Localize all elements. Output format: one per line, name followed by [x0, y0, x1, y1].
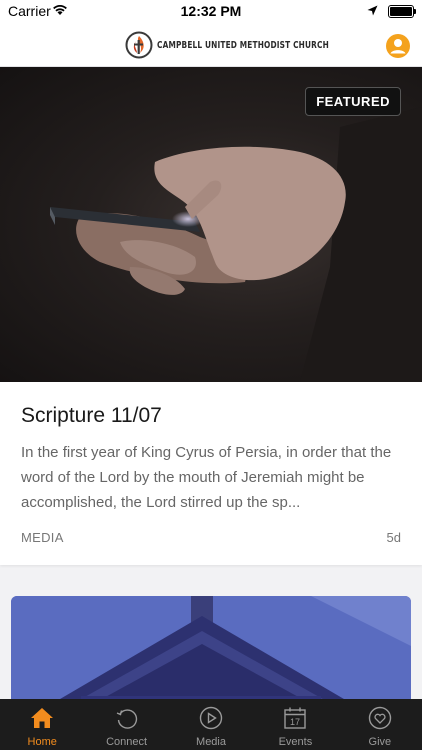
featured-card[interactable]: FEATURED Scripture 11/07 In the first ye…	[0, 67, 422, 565]
tab-home[interactable]: Home	[0, 699, 84, 750]
church-building-card[interactable]	[11, 596, 411, 699]
tab-events-label: Events	[278, 736, 313, 748]
status-bar: Carrier 12:32 PM	[0, 0, 422, 22]
church-logo[interactable]: CAMPBELL UNITED METHODIST CHURCH	[125, 31, 367, 59]
app-header: CAMPBELL UNITED METHODIST CHURCH	[0, 22, 422, 67]
flame-cross-icon	[125, 31, 153, 59]
card-age: 5d	[386, 530, 401, 545]
card-title[interactable]: Scripture 11/07	[21, 404, 162, 428]
tab-connect-label: Connect	[106, 736, 148, 748]
tab-give[interactable]: Give	[338, 699, 422, 750]
battery-icon	[388, 5, 416, 18]
calendar-day: 17	[290, 717, 300, 727]
church-building-image	[11, 596, 411, 699]
play-icon	[199, 706, 223, 730]
heart-icon	[368, 706, 392, 730]
card-excerpt: In the first year of King Cyrus of Persi…	[21, 444, 392, 511]
featured-badge: FEATURED	[305, 87, 401, 116]
tab-media-label: Media	[196, 736, 226, 748]
card-category: MEDIA	[21, 530, 64, 545]
hero-image: FEATURED	[0, 67, 422, 382]
card-body: Scripture 11/07 In the first year of Kin…	[0, 382, 422, 565]
location-icon	[367, 3, 378, 19]
profile-button[interactable]	[386, 34, 410, 58]
home-icon	[31, 708, 54, 728]
tab-media[interactable]: Media	[169, 699, 253, 750]
tab-give-label: Give	[368, 736, 392, 748]
tab-events[interactable]: 17 Events	[253, 699, 337, 750]
tab-home-label: Home	[27, 736, 57, 748]
church-name: CAMPBELL UNITED METHODIST CHURCH	[157, 39, 329, 51]
calendar-icon: 17	[284, 707, 307, 729]
tab-bar: Home Connect Media 17 Events Give	[0, 699, 422, 750]
user-icon	[390, 39, 406, 54]
content-feed[interactable]: FEATURED Scripture 11/07 In the first ye…	[0, 67, 422, 699]
tab-connect[interactable]: Connect	[84, 699, 168, 750]
connect-icon	[116, 709, 137, 729]
clock: 12:32 PM	[180, 3, 242, 19]
